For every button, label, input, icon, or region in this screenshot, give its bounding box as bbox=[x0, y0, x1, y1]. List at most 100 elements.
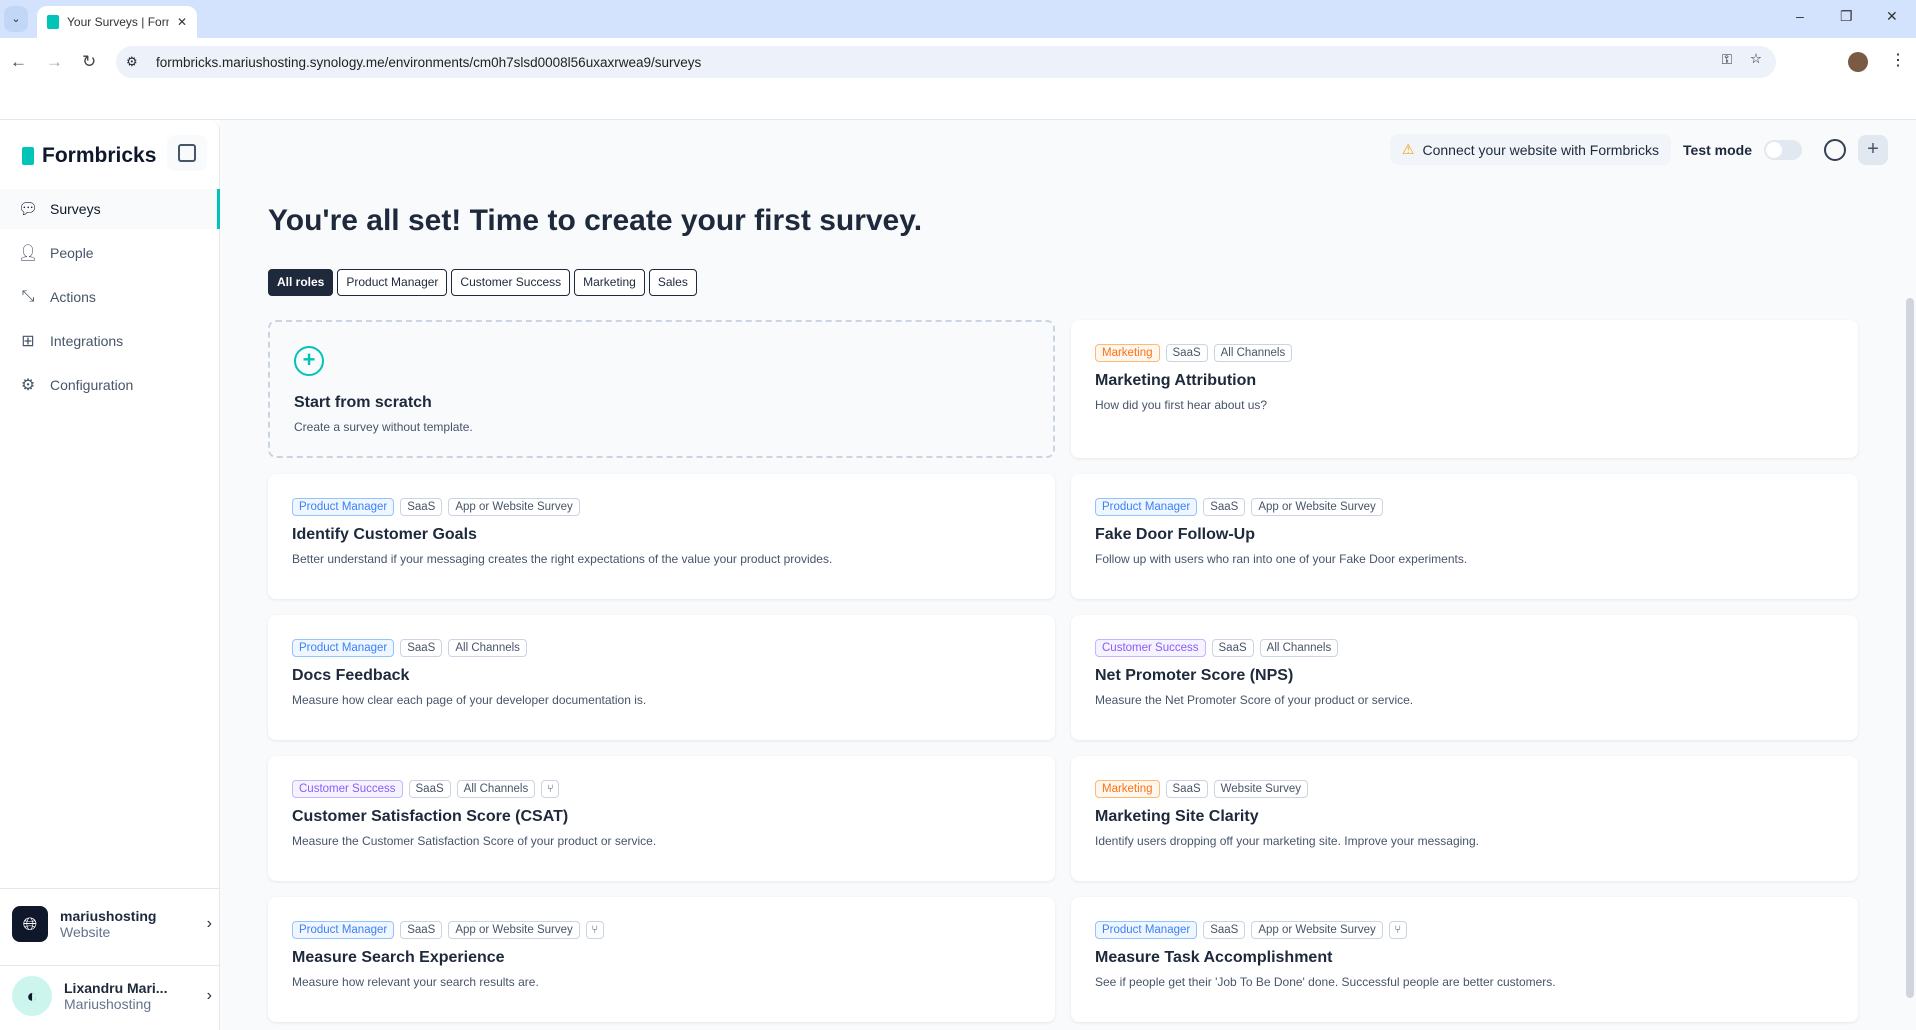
sidebar-item-label: Surveys bbox=[50, 201, 101, 217]
password-key-icon[interactable]: ⚿ bbox=[1722, 52, 1732, 68]
project-type: Website bbox=[60, 924, 111, 940]
cursor-click-icon: ⤡ bbox=[21, 288, 35, 305]
forward-icon[interactable]: → bbox=[46, 52, 63, 72]
card-description: Create a survey without template. bbox=[294, 420, 473, 434]
browser-tab-bar: ⌄ Your Surveys | Formbricks ✕ – ❐ ✕ bbox=[0, 0, 1916, 38]
card-title: Identify Customer Goals bbox=[292, 526, 477, 543]
tag: Product Manager bbox=[1095, 498, 1198, 516]
back-icon[interactable]: ← bbox=[10, 52, 27, 72]
warning-icon: ⚠ bbox=[1401, 141, 1415, 157]
formbricks-logo-icon bbox=[22, 147, 34, 165]
role-marketing[interactable]: Marketing bbox=[574, 269, 645, 296]
template-card[interactable]: Product Manager SaaS App or Website Survey… bbox=[268, 474, 1055, 599]
minimize-icon[interactable]: – bbox=[1796, 8, 1804, 24]
sidebar-toggle-icon bbox=[178, 144, 196, 162]
tag-list: Product Manager SaaS App or Website Survey… bbox=[292, 921, 1031, 939]
address-bar-row: ← → ↻ ⚙ formbricks.mariushosting.synolog… bbox=[0, 38, 1916, 120]
template-card[interactable]: Product Manager SaaS App or Website Survey… bbox=[1071, 474, 1858, 599]
test-mode-toggle[interactable] bbox=[1764, 139, 1802, 160]
card-title: Marketing Attribution bbox=[1095, 372, 1257, 389]
role-all[interactable]: All roles bbox=[268, 269, 334, 296]
tag-list: Product Manager SaaS App or Website Survey bbox=[292, 498, 1031, 516]
user-menu[interactable]: ◐ Lixandru Mari... Mariushosting › bbox=[12, 976, 212, 1016]
sidebar-item-surveys[interactable]: 💬︎ Surveys bbox=[0, 189, 220, 229]
reload-icon[interactable]: ↻ bbox=[82, 52, 96, 72]
bookmark-star-icon[interactable]: ☆ bbox=[1750, 51, 1762, 67]
card-title: Start from scratch bbox=[294, 394, 432, 411]
restore-icon[interactable]: ❐ bbox=[1840, 8, 1853, 25]
sidebar-item-label: Actions bbox=[50, 289, 96, 305]
tag: Product Manager bbox=[292, 639, 395, 657]
sidebar-item-people[interactable]: 👤︎ People bbox=[0, 233, 220, 273]
add-button[interactable]: + bbox=[1858, 134, 1888, 165]
test-mode-label: Test mode bbox=[1683, 141, 1752, 158]
template-card[interactable]: Customer Success SaaS All Channels Net Prom… bbox=[1071, 615, 1858, 740]
tag-list: Product Manager SaaS All Channels bbox=[292, 639, 1031, 657]
close-window-icon[interactable]: ✕ bbox=[1886, 8, 1898, 25]
card-description: Measure how clear each page of your deve… bbox=[292, 693, 647, 707]
browser-menu-icon[interactable]: ⋮ bbox=[1890, 50, 1906, 70]
tag: SaaS bbox=[1203, 921, 1246, 939]
role-customer-success[interactable]: Customer Success bbox=[451, 269, 571, 296]
brand-logo[interactable]: Formbricks bbox=[22, 144, 156, 168]
browser-tab[interactable]: Your Surveys | Formbricks ✕ bbox=[37, 6, 197, 38]
globe-icon: 🌐︎ bbox=[12, 906, 48, 942]
tab-search-button[interactable]: ⌄ bbox=[4, 6, 28, 32]
tag: Marketing bbox=[1095, 344, 1160, 362]
role-sales[interactable]: Sales bbox=[648, 269, 697, 296]
page-title: You're all set! Time to create your firs… bbox=[268, 204, 923, 237]
tag: Customer Success bbox=[1095, 639, 1206, 657]
site-settings-icon[interactable]: ⚙ bbox=[126, 54, 138, 70]
user-circle-icon[interactable] bbox=[1824, 138, 1846, 161]
collapse-sidebar-button[interactable] bbox=[167, 135, 207, 171]
user-name: Lixandru Mari... bbox=[64, 980, 168, 996]
main-content: ⚠ Connect your website with Formbricks Te… bbox=[220, 120, 1916, 1030]
tag: SaaS bbox=[400, 921, 443, 939]
tag-list: Product Manager SaaS App or Website Survey… bbox=[1095, 921, 1834, 939]
user-icon: 👤︎ bbox=[18, 245, 39, 262]
tag: All Channels bbox=[1259, 639, 1339, 657]
tag: Product Manager bbox=[292, 921, 395, 939]
user-org: Mariushosting bbox=[64, 996, 152, 1012]
sidebar-item-actions[interactable]: ⤡ Actions bbox=[0, 277, 220, 317]
scrollbar[interactable] bbox=[1906, 298, 1914, 998]
tag: SaaS bbox=[400, 498, 443, 516]
sidebar: Formbricks 💬︎ Surveys 👤︎ People ⤡ Actions ⊞… bbox=[0, 120, 220, 1030]
user-avatar: ◐ bbox=[12, 976, 52, 1016]
url-bar[interactable]: ⚙ formbricks.mariushosting.synology.me/e… bbox=[116, 46, 1776, 78]
project-name: mariushosting bbox=[60, 908, 157, 924]
template-card[interactable]: Marketing SaaS Website Survey Marketing Sit… bbox=[1071, 756, 1858, 881]
close-tab-icon[interactable]: ✕ bbox=[177, 15, 187, 29]
template-card[interactable]: Customer Success SaaS All Channels ⑂ Custome… bbox=[268, 756, 1055, 881]
connect-website-button[interactable]: ⚠ Connect your website with Formbricks bbox=[1389, 134, 1672, 165]
tag: SaaS bbox=[1165, 344, 1208, 362]
tag: SaaS bbox=[1165, 780, 1208, 798]
card-description: Measure the Net Promoter Score of your p… bbox=[1095, 693, 1414, 707]
project-switcher[interactable]: 🌐︎ mariushosting Website › bbox=[12, 906, 212, 942]
role-product-manager[interactable]: Product Manager bbox=[337, 269, 448, 296]
sidebar-item-integrations[interactable]: ⊞ Integrations bbox=[0, 321, 220, 361]
template-card[interactable]: Product Manager SaaS App or Website Survey… bbox=[1071, 897, 1858, 1022]
plus-circle-icon: + bbox=[294, 346, 324, 376]
chevron-right-icon: › bbox=[206, 915, 212, 932]
formbricks-favicon-icon bbox=[47, 15, 59, 29]
tag: Product Manager bbox=[1095, 921, 1198, 939]
tab-title: Your Surveys | Formbricks bbox=[67, 15, 169, 29]
start-from-scratch-card[interactable]: + Start from scratch Create a survey wit… bbox=[268, 320, 1055, 458]
blocks-icon: ⊞ bbox=[21, 333, 35, 350]
template-card[interactable]: Marketing SaaS All Channels Marketing Attri… bbox=[1071, 320, 1858, 458]
template-card[interactable]: Product Manager SaaS App or Website Survey… bbox=[268, 897, 1055, 1022]
tag-list: Marketing SaaS All Channels bbox=[1095, 344, 1834, 362]
divider bbox=[0, 888, 219, 889]
tag: Customer Success bbox=[292, 780, 403, 798]
sidebar-item-configuration[interactable]: ⚙ Configuration bbox=[0, 365, 220, 405]
sidebar-item-label: Integrations bbox=[50, 333, 124, 349]
tag: SaaS bbox=[1203, 498, 1246, 516]
tag: App or Website Survey bbox=[448, 498, 580, 516]
branching-icon: ⑂ bbox=[541, 780, 560, 798]
tag: SaaS bbox=[1211, 639, 1254, 657]
tag: App or Website Survey bbox=[448, 921, 580, 939]
template-card[interactable]: Product Manager SaaS All Channels Docs Feed… bbox=[268, 615, 1055, 740]
tag: All Channels bbox=[1213, 344, 1293, 362]
profile-avatar[interactable] bbox=[1848, 52, 1868, 72]
